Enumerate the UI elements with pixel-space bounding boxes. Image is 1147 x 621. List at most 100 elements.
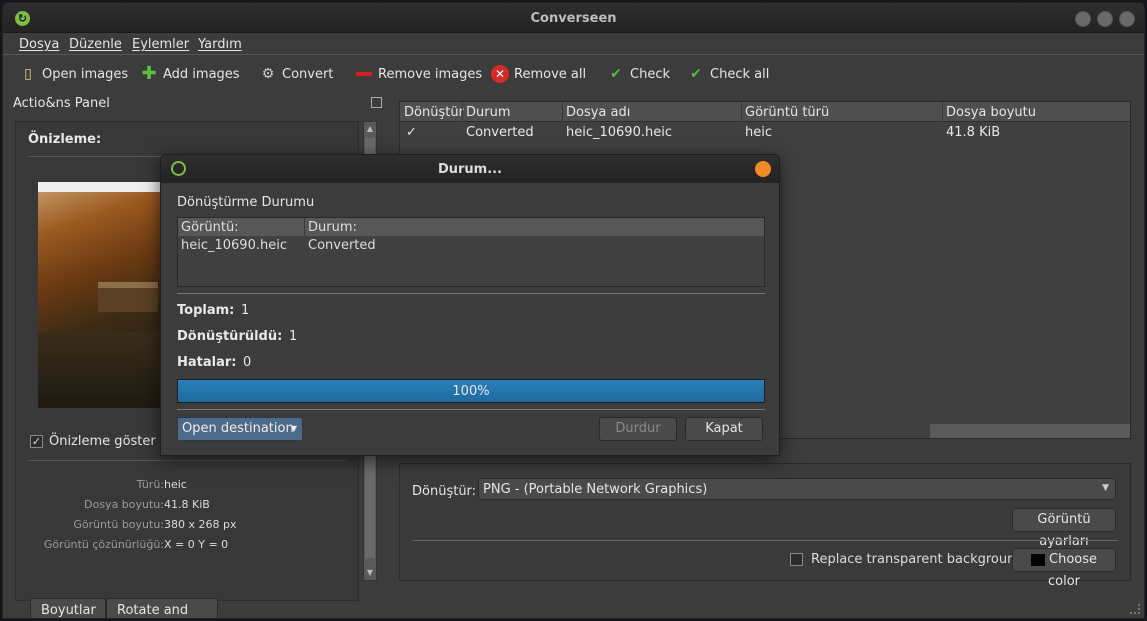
- progress-bar: 100%: [177, 379, 765, 403]
- checkmark-icon: ✔: [610, 66, 622, 82]
- tab-rotate-and-flip[interactable]: Rotate and flip: [106, 598, 218, 618]
- status-dialog: Durum... Dönüştürme Durumu Görüntü: Duru…: [160, 154, 780, 456]
- check-all-label: Check all: [710, 66, 770, 82]
- open-images-label: Open images: [42, 66, 129, 82]
- open-destination-button[interactable]: Open destination ▼: [177, 417, 303, 441]
- close-button[interactable]: Kapat: [685, 417, 763, 441]
- show-preview-checkbox[interactable]: ✓: [30, 435, 43, 448]
- menu-yardim[interactable]: Yardım: [198, 37, 242, 52]
- divider: [28, 460, 346, 461]
- scroll-down-arrow[interactable]: ▼: [364, 566, 376, 580]
- remove-images-label: Remove images: [378, 66, 483, 82]
- converted-label: Dönüştürüldü:: [177, 329, 283, 344]
- divider: [177, 293, 765, 294]
- prop-value: X = 0 Y = 0: [164, 538, 229, 551]
- col-status[interactable]: Durum: [466, 105, 511, 120]
- progress-text: 100%: [452, 384, 490, 399]
- check-all-button[interactable]: ✔ Check all: [687, 63, 769, 85]
- check-button[interactable]: ✔ Check: [607, 63, 670, 85]
- dialog-status-table: Görüntü: Durum: heic_10690.heic Converte…: [177, 217, 765, 287]
- maximize-button[interactable]: [1097, 11, 1113, 27]
- gear-icon: ⚙: [261, 66, 275, 82]
- minus-icon: [355, 65, 373, 83]
- resize-grip[interactable]: [1130, 604, 1140, 614]
- scroll-up-arrow[interactable]: ▲: [364, 122, 376, 136]
- remove-all-label: Remove all: [514, 66, 587, 82]
- document-icon: ▯: [24, 66, 32, 82]
- prop-key: Görüntü boyutu:: [73, 518, 164, 531]
- menu-eylemler[interactable]: Eylemler: [132, 37, 189, 52]
- plus-icon: ✚: [141, 63, 157, 84]
- col-image-type[interactable]: Görüntü türü: [745, 105, 829, 120]
- color-swatch: [1031, 553, 1045, 566]
- prop-key: Görüntü çözünürlüğü:: [43, 538, 164, 551]
- image-settings-button[interactable]: Görüntü ayarları: [1012, 508, 1116, 549]
- chevron-down-icon: ▼: [1102, 483, 1109, 493]
- row-checkbox[interactable]: ✓: [406, 125, 417, 140]
- replace-transparent-label: Replace transparent background: [811, 552, 1024, 567]
- minimize-button[interactable]: [1075, 11, 1091, 27]
- convert-format-label: Dönüştür:: [412, 484, 477, 499]
- prop-key: Dosya boyutu:: [84, 498, 164, 511]
- replace-transparent-toggle[interactable]: Replace transparent background: [790, 552, 1024, 567]
- format-select-value: PNG - (Portable Network Graphics): [483, 482, 708, 497]
- replace-transparent-checkbox[interactable]: [790, 553, 803, 566]
- col-status: Durum:: [308, 220, 357, 235]
- choose-color-button[interactable]: Choose color: [1012, 548, 1116, 589]
- prop-value: 380 x 268 px: [164, 518, 237, 531]
- menu-dosya[interactable]: Dosya: [19, 37, 59, 52]
- table-horizontal-scrollbar[interactable]: [930, 424, 1130, 438]
- title-bar[interactable]: ↻ Converseen: [3, 3, 1144, 33]
- divider: [412, 540, 1118, 541]
- prop-value: heic: [164, 478, 187, 491]
- add-images-button[interactable]: ✚ Add images: [140, 63, 240, 85]
- prop-key: Türü:: [136, 478, 164, 491]
- dialog-title-bar[interactable]: Durum...: [161, 155, 779, 183]
- menu-bar: Dosya Düzenle Eylemler Yardım: [3, 33, 1144, 55]
- float-panel-icon[interactable]: [371, 97, 382, 108]
- prop-value: 41.8 KiB: [164, 498, 210, 511]
- col-image: Görüntü:: [181, 220, 239, 235]
- show-preview-label: Önizleme göster: [49, 434, 156, 449]
- row-size: 41.8 KiB: [946, 125, 1001, 140]
- format-select[interactable]: PNG - (Portable Network Graphics) ▼: [478, 478, 1116, 500]
- choose-color-label: Choose color: [1047, 552, 1097, 589]
- actions-panel-title: Actio&ns Panel: [13, 96, 110, 111]
- row-status: Converted: [466, 125, 534, 140]
- dialog-section-title: Dönüştürme Durumu: [177, 195, 315, 210]
- total-label: Toplam:: [177, 303, 235, 318]
- col-file-size[interactable]: Dosya boyutu: [946, 105, 1036, 120]
- dialog-close-button[interactable]: [755, 161, 771, 177]
- open-images-button[interactable]: ▯ Open images: [19, 63, 128, 85]
- divider: [177, 409, 765, 410]
- errors-label: Hatalar:: [177, 355, 237, 370]
- checkmark-icon: ✔: [690, 66, 702, 82]
- window-title: Converseen: [530, 11, 617, 26]
- stop-button[interactable]: Durdur: [599, 417, 677, 441]
- chevron-down-icon: ▼: [290, 424, 297, 433]
- close-window-button[interactable]: [1119, 11, 1135, 27]
- show-preview-toggle[interactable]: ✓ Önizleme göster: [30, 434, 156, 449]
- conversion-settings: Dönüştür: PNG - (Portable Network Graphi…: [399, 463, 1131, 589]
- menu-duzenle[interactable]: Düzenle: [69, 37, 122, 52]
- total-value: 1: [241, 303, 250, 318]
- file-table-header: Dönüştür Durum Dosya adı Görüntü türü Do…: [400, 102, 1130, 122]
- convert-label: Convert: [282, 66, 334, 82]
- col-filename[interactable]: Dosya adı: [566, 105, 630, 120]
- preview-image: [38, 182, 164, 408]
- remove-images-button[interactable]: Remove images: [355, 63, 482, 85]
- check-label: Check: [630, 66, 670, 82]
- dialog-row-image: heic_10690.heic: [181, 238, 287, 253]
- add-images-label: Add images: [163, 66, 240, 82]
- col-convert[interactable]: Dönüştür: [404, 105, 464, 120]
- dialog-row-status: Converted: [308, 238, 376, 253]
- remove-circle-icon: ✕: [491, 65, 509, 83]
- convert-button[interactable]: ⚙ Convert: [259, 63, 334, 85]
- errors-value: 0: [243, 355, 252, 370]
- remove-all-button[interactable]: ✕ Remove all: [491, 63, 586, 85]
- row-filename[interactable]: heic_10690.heic: [566, 125, 672, 140]
- converted-value: 1: [289, 329, 298, 344]
- dialog-table-header: Görüntü: Durum:: [178, 218, 764, 236]
- toolbar: ▯ Open images ✚ Add images ⚙ Convert Rem…: [3, 57, 1144, 89]
- tab-boyutlar[interactable]: Boyutlar: [30, 598, 106, 618]
